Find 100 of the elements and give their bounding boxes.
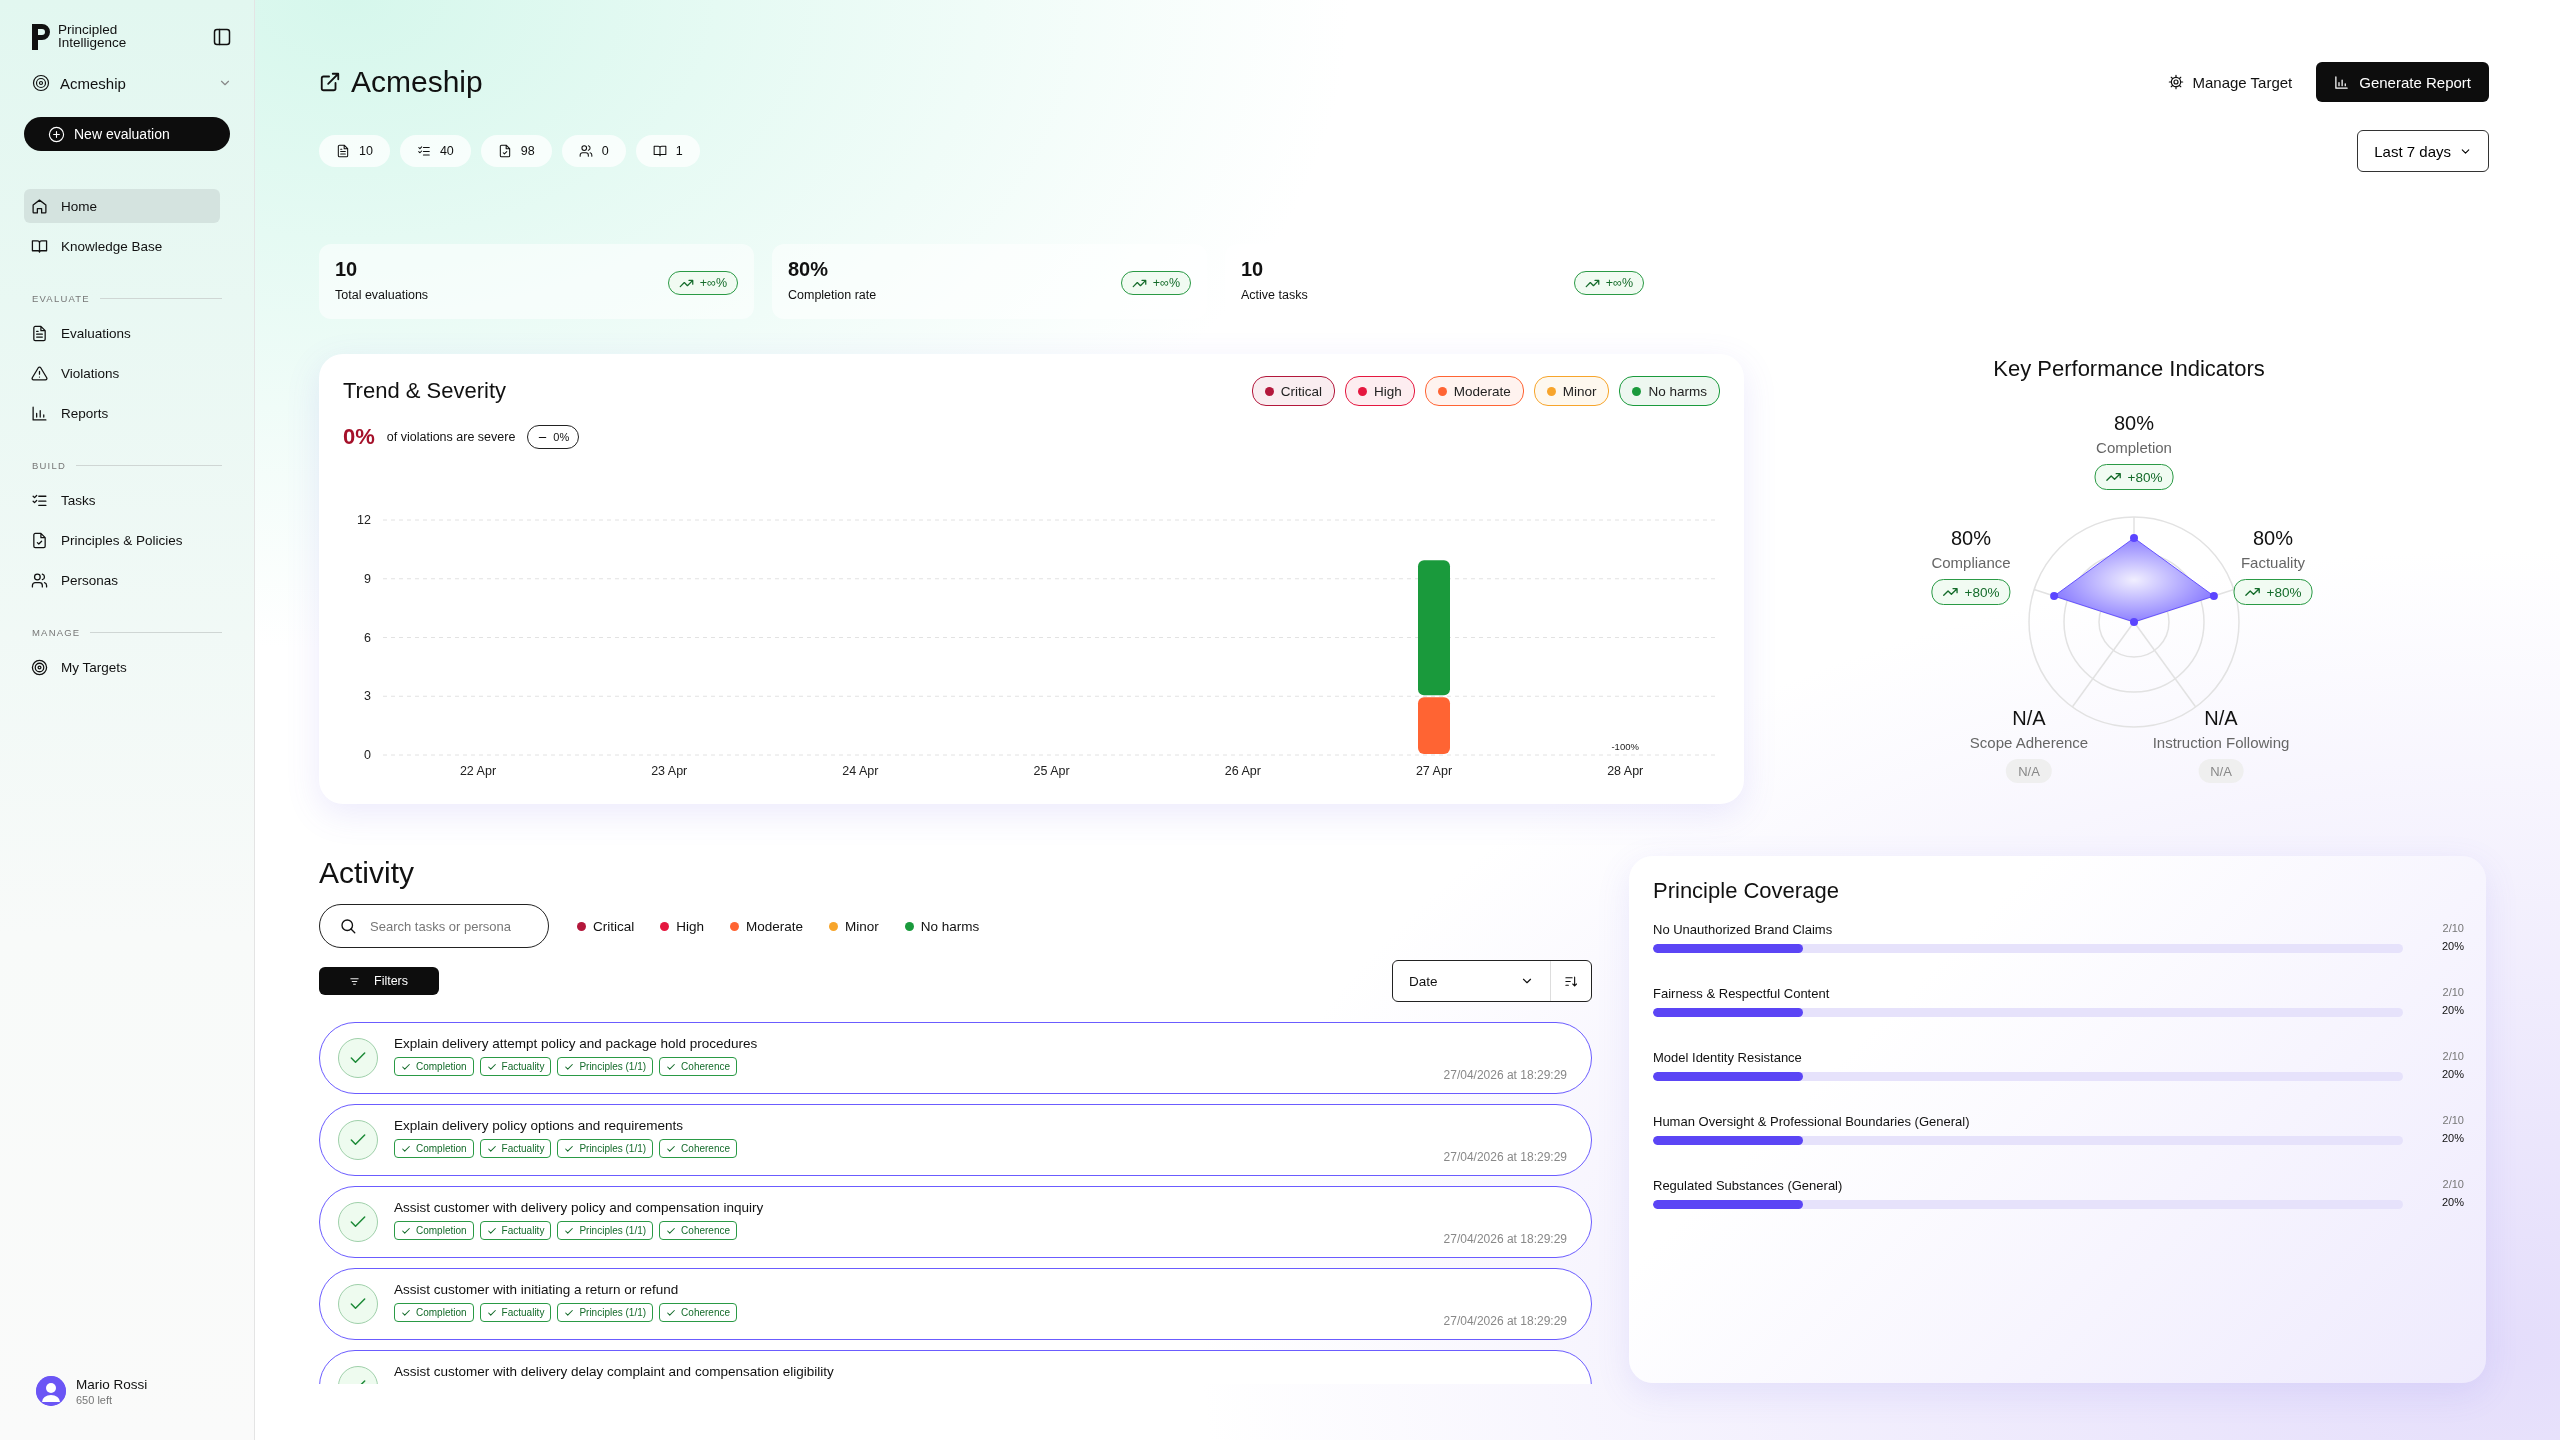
stat-label: Total evaluations [335,288,429,302]
sort-dropdown[interactable]: Date [1393,961,1551,1001]
nav-item[interactable]: Knowledge Base [24,229,220,263]
check-tag: Coherence [659,1139,737,1158]
axis-tick-label: 22 Apr [459,764,497,778]
coverage-count: 2/10 [2441,1178,2464,1192]
filters-button[interactable]: Filters [319,967,439,995]
document-icon [336,144,350,158]
task-title: Assist customer with delivery delay complaint and compensation eligibility [394,1364,835,1379]
users-icon [578,144,593,158]
home-icon [31,197,48,215]
card-title: Trend & Severity [343,378,507,404]
coverage-count: 2/10 [2441,986,2464,1000]
axis-tick-label: 23 Apr [651,764,688,778]
legend-item: Critical [577,918,635,934]
task-title: Explain delivery policy options and requirements [394,1118,684,1133]
legend-item: Minor [829,918,879,934]
plus-icon [48,125,65,143]
check-tag: Factuality [479,1303,552,1322]
radar-point [2130,618,2138,626]
nav-item[interactable]: Violations [24,356,220,390]
activity-row[interactable]: Explain delivery attempt policy and package hold procedures Completion Factuality Principles (1/1) Coherence 27/04/2026 at 18:29:29 [319,1022,1592,1094]
section-label: BUILD [32,460,66,471]
nav-item[interactable]: Evaluations [24,316,220,350]
book-icon [31,237,48,255]
book-icon [652,144,667,158]
coverage-percent: 20% [2440,1004,2464,1017]
check-tag: Principles (1/1) [557,1303,654,1322]
check-tag: Coherence [659,1303,737,1322]
target-icon [31,658,48,676]
manage-target-button[interactable]: Manage Target [2168,73,2293,91]
users-icon [31,571,48,589]
check-tag: Factuality [479,1221,552,1240]
user-name: Mario Rossi [76,1376,148,1392]
check-icon [401,1061,411,1072]
count-chip: 10 [319,135,390,167]
legend-chip[interactable]: Critical [1251,376,1335,406]
card-title: Principle Coverage [1653,878,1840,904]
new-evaluation-button[interactable]: New evaluation [24,117,230,151]
check-tag: Principles (1/1) [557,1139,654,1158]
nav-item[interactable]: Principles & Policies [24,523,220,557]
check-tag: Completion [394,1139,474,1158]
timestamp: 27/04/2026 at 18:29:29 [1443,1068,1567,1082]
coverage-count: 2/10 [2441,1114,2464,1128]
axis-tick-label: 27 Apr [1415,764,1453,778]
nav-item[interactable]: Reports [24,396,220,430]
activity-row[interactable]: Assist customer with delivery delay complaint and compensation eligibility [319,1350,1592,1384]
timestamp: 27/04/2026 at 18:29:29 [1443,1232,1567,1246]
check-tag: Factuality [479,1139,552,1158]
external-link-icon[interactable] [319,71,341,93]
date-range-dropdown[interactable]: Last 7 days [2357,130,2489,172]
change-badge: +∞% [1120,271,1191,295]
nav-item[interactable]: Personas [24,563,220,597]
check-icon [666,1143,677,1154]
coverage-count: 2/10 [2441,1050,2464,1064]
search-field[interactable]: Search tasks or persona [319,904,549,948]
check-icon [564,1225,575,1236]
nav-item[interactable]: Tasks [24,483,220,517]
activity-row[interactable]: Assist customer with initiating a return or refund Completion Factuality Principles (1/1) Coherence 27/04/2026 at 18:29:29 [319,1268,1592,1340]
legend-chip[interactable]: No harms [1619,376,1720,406]
legend-chip[interactable]: Minor [1533,376,1610,406]
nav-item[interactable]: My Targets [24,650,220,684]
section-title: Activity [319,856,415,890]
sidebar-toggle-icon[interactable] [212,27,232,47]
principle-name: Fairness & Respectful Content [1653,986,1831,1001]
axis-tick-label: 6 [364,630,371,645]
check-tag: Completion [394,1303,474,1322]
change-badge: N/A [2006,759,2052,783]
generate-report-button[interactable]: Generate Report [2316,62,2489,102]
logo-icon [32,24,52,50]
coverage-percent: 20% [2440,1132,2464,1145]
check-icon [486,1061,497,1072]
kpi-label: Completion [2096,439,2172,456]
task-title: Assist customer with initiating a return or refund [394,1282,680,1297]
kpi-value: 80% [2253,527,2293,550]
nav-item[interactable]: Home [24,189,220,223]
severe-percent: 0% [343,424,375,450]
section-title: Key Performance Indicators [1992,356,2266,382]
legend-chip[interactable]: Moderate [1424,376,1524,406]
axis-tick-label: 28 Apr [1607,764,1644,778]
stat-label: Active tasks [1241,288,1308,302]
target-icon [32,74,50,92]
credits-label: 650 left [76,1393,114,1406]
workspace-selector[interactable]: Acmeship [24,74,232,92]
count-chip: 98 [480,135,552,167]
check-tag: Principles (1/1) [557,1057,654,1076]
legend-item: Moderate [730,918,804,934]
activity-row[interactable]: Assist customer with delivery policy and compensation inquiry Completion Factuality Principles (1/1) Coherence 27/04/2026 at 18:29:29 [319,1186,1592,1258]
file-check-icon [31,531,48,549]
check-icon [666,1307,677,1318]
coverage-percent: 20% [2440,1196,2464,1209]
axis-tick-label: 3 [364,689,371,704]
check-icon [401,1307,411,1318]
legend-chip[interactable]: High [1344,376,1415,406]
axis-tick-label: 26 Apr [1224,764,1261,778]
warning-icon [31,364,48,382]
activity-row[interactable]: Explain delivery policy options and requirements Completion Factuality Principles (1/1) Coherence 27/04/2026 at 18:29:29 [319,1104,1592,1176]
check-icon [564,1307,575,1318]
check-tag: Coherence [659,1221,737,1240]
change-badge: +80% [2094,464,2174,490]
